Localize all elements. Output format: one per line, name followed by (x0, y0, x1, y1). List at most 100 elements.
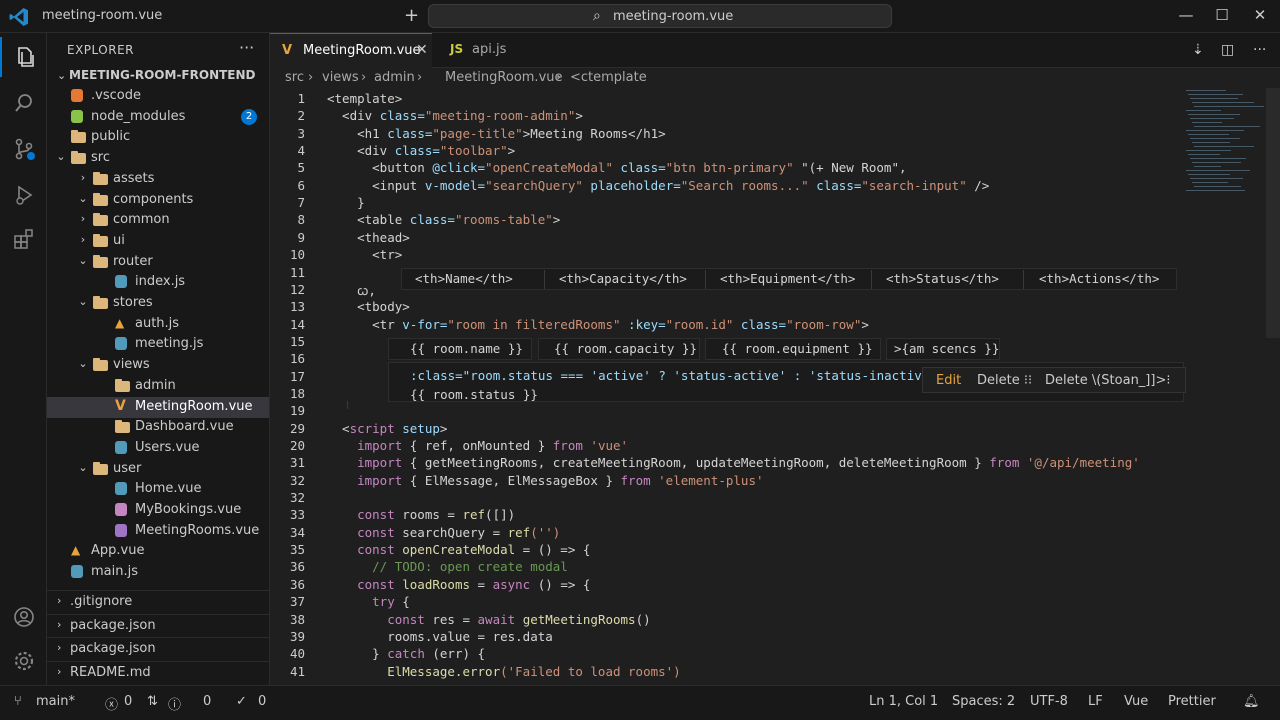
tree-item[interactable]: index.js (47, 272, 269, 293)
edit-action[interactable]: Edit (936, 373, 961, 388)
chevron-down-icon[interactable]: ⌄ (77, 254, 89, 267)
run-debug-icon[interactable] (0, 175, 47, 215)
root-file-row[interactable]: › README.md (47, 660, 269, 683)
chevron-right-icon[interactable]: › (57, 618, 61, 631)
notifications-bell-icon[interactable]: 🔔︎ (1243, 694, 1260, 709)
tree-item[interactable]: › assets (47, 169, 269, 190)
vertical-scrollbar[interactable] (1266, 88, 1280, 338)
chevron-down-icon[interactable]: ⌄ (57, 69, 66, 82)
tree-item[interactable]: ⌄ src (47, 148, 269, 169)
tree-item[interactable]: meeting.js (47, 334, 269, 355)
tree-item[interactable]: V MeetingRoom.vue (47, 396, 269, 418)
root-file-row[interactable]: › package.json (47, 637, 269, 659)
explorer-icon[interactable] (0, 37, 47, 77)
breadcrumb-item[interactable]: src (285, 70, 304, 85)
code-token: ref (507, 524, 531, 540)
code-token: // TODO: open create modal (327, 559, 568, 575)
warnings-count[interactable]: 0 (203, 694, 211, 709)
language-mode[interactable]: Vue (1124, 694, 1148, 709)
js-icon (115, 337, 127, 351)
accounts-icon[interactable] (0, 597, 47, 637)
maximize-icon[interactable]: ☐ (1212, 6, 1232, 24)
breadcrumb-item[interactable]: <ctemplate (570, 70, 647, 85)
tree-item[interactable]: node_modules 2 (47, 107, 269, 128)
tab-api-js[interactable]: JS api.js (432, 33, 552, 68)
delete-action[interactable]: Delete ⁝⁝ (977, 373, 1032, 388)
tree-item[interactable]: ⌄ router (47, 252, 269, 273)
workspace-section-title[interactable]: MEETING-ROOM-FRONTEND (69, 68, 256, 82)
tree-item[interactable]: ▲ auth.js (47, 314, 269, 335)
root-file-row[interactable]: › package.json (47, 613, 269, 636)
compare-changes-icon[interactable]: ⇣ (1192, 42, 1204, 58)
tree-item[interactable]: .vscode (47, 86, 269, 107)
minimize-icon[interactable]: — (1176, 6, 1196, 24)
warnings-icon[interactable]: ⓘ (168, 694, 181, 713)
errors-icon[interactable]: ⓧ (105, 694, 118, 713)
new-tab-icon[interactable]: + (404, 5, 419, 26)
chevron-down-icon[interactable]: ⌄ (77, 295, 89, 308)
tree-item[interactable]: ⌄ stores (47, 293, 269, 314)
tree-item[interactable]: ⌄ components (47, 190, 269, 211)
encoding[interactable]: UTF-8 (1030, 694, 1068, 709)
formatter[interactable]: Prettier (1168, 694, 1216, 709)
info-count[interactable]: 0 (258, 694, 266, 709)
js-icon (115, 275, 127, 289)
chevron-down-icon[interactable]: ⌄ (77, 461, 89, 474)
extensions-icon[interactable] (0, 219, 47, 259)
errors-count[interactable]: 0 (124, 694, 132, 709)
breadcrumb: src › views › admin › MeetingRoom.vue › … (270, 68, 1280, 88)
indentation[interactable]: Spaces: 2 (952, 694, 1015, 709)
minimap-line (1190, 178, 1243, 179)
chevron-down-icon[interactable]: ⌄ (77, 192, 89, 205)
tree-item[interactable]: ⌄ views (47, 355, 269, 376)
check-icon[interactable]: ✓ (236, 694, 247, 709)
tree-item[interactable]: admin (47, 376, 269, 397)
tree-item[interactable]: › common (47, 210, 269, 231)
tree-item[interactable]: Users.vue (47, 438, 269, 459)
close-window-icon[interactable]: ✕ (1250, 6, 1270, 24)
more-actions-icon[interactable]: ··· (1253, 42, 1266, 58)
chevron-right-icon[interactable]: › (77, 171, 89, 184)
cursor-position[interactable]: Ln 1, Col 1 (869, 694, 938, 709)
root-file-row[interactable]: › .gitignore (47, 590, 269, 612)
tree-item[interactable]: public (47, 127, 269, 148)
code-line: // TODO: open create modal (327, 559, 568, 574)
breadcrumb-item[interactable]: views (322, 70, 359, 85)
branch-name[interactable]: main* (36, 694, 75, 709)
js-icon (115, 440, 127, 454)
manage-gear-icon[interactable] (0, 641, 47, 681)
branch-icon[interactable]: ⑂ (14, 694, 22, 709)
tab-meetingroom-vue[interactable]: V MeetingRoom.vue ✕ (270, 33, 432, 68)
code-token: rooms = (394, 507, 463, 523)
chevron-right-icon[interactable]: › (57, 641, 61, 654)
close-tab-icon[interactable]: ✕ (416, 42, 428, 58)
delete-action[interactable]: Delete \(Stoan_]]>⁝ (1045, 373, 1170, 388)
source-control-icon[interactable] (0, 129, 47, 169)
chevron-right-icon[interactable]: › (77, 233, 89, 246)
tree-item[interactable]: MeetingRooms.vue (47, 521, 269, 542)
end-of-line[interactable]: LF (1088, 694, 1103, 709)
breadcrumb-item[interactable]: MeetingRoom.vue (445, 70, 563, 85)
minimap[interactable] (1186, 88, 1266, 198)
folder-icon (93, 171, 108, 185)
tree-item[interactable]: Dashboard.vue (47, 417, 269, 438)
tree-item[interactable]: MyBookings.vue (47, 500, 269, 521)
sync-icon[interactable]: ⇅ (147, 694, 158, 709)
tree-item[interactable]: ▲ App.vue (47, 541, 269, 562)
chevron-right-icon[interactable]: › (77, 212, 89, 225)
code-token: ElMessage.error (327, 663, 501, 679)
split-editor-icon[interactable]: ◫ (1221, 42, 1234, 58)
breadcrumb-item[interactable]: admin (374, 70, 415, 85)
tree-item[interactable]: ⌄ user (47, 459, 269, 480)
tree-item[interactable]: main.js (47, 562, 269, 583)
search-icon[interactable] (0, 83, 47, 123)
tree-item[interactable]: Home.vue (47, 479, 269, 500)
chevron-right-icon[interactable]: › (57, 665, 61, 678)
code-editor[interactable]: 1 2 3 4 5 6 7 8 9 10 11 12 13 14 15 16 17 18 19 29 20 31 32 32 3… (270, 88, 1280, 685)
chevron-right-icon[interactable]: › (57, 594, 61, 607)
chevron-down-icon[interactable]: ⌄ (55, 150, 67, 163)
more-actions-icon[interactable]: ··· (239, 38, 254, 57)
tree-item[interactable]: › ui (47, 231, 269, 252)
chevron-down-icon[interactable]: ⌄ (77, 357, 89, 370)
command-center-search[interactable]: ⌕ meeting-room.vue (428, 4, 892, 28)
